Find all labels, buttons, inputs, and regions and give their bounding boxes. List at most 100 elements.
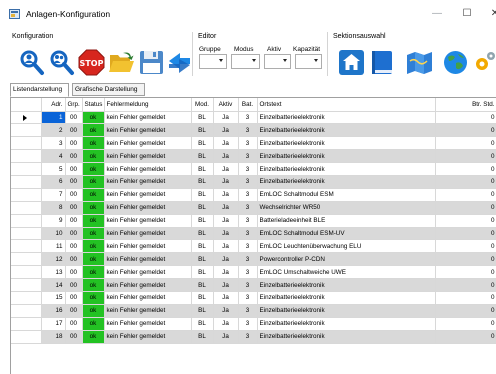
minimize-button[interactable]: — [429,7,445,21]
cell-ortstext[interactable]: Einzelbatterieelektronik [257,136,436,151]
cell-btr-std[interactable]: 0 [435,291,496,305]
cell-aktiv[interactable]: Ja [213,252,239,267]
cell-fehlermeldung[interactable]: kein Fehler gemeldet [104,304,192,318]
cell-mod[interactable]: BL [191,265,214,280]
home-button[interactable] [338,49,365,76]
settings-button[interactable] [471,49,496,76]
cell-fehlermeldung[interactable]: kein Fehler gemeldet [104,317,192,331]
row-header[interactable] [11,291,42,305]
cell-fehlermeldung[interactable]: kein Fehler gemeldet [104,162,192,176]
table-row[interactable]: 17 00 ok kein Fehler gemeldet BL Ja 3 Einzelbat… [11,317,496,331]
cell-grp[interactable]: 00 [65,278,83,292]
table-row[interactable]: 15 00 ok kein Fehler gemeldet BL Ja 3 Einzelbat… [11,291,496,305]
cell-fehlermeldung[interactable]: kein Fehler gemeldet [104,227,192,241]
cell-grp[interactable]: 00 [65,201,83,215]
cell-mod[interactable]: BL [191,227,214,241]
cell-status[interactable]: ok [82,252,105,267]
book-button[interactable] [369,49,396,76]
cell-mod[interactable]: BL [191,304,214,318]
cell-btr-std[interactable]: 0 [435,162,496,176]
cell-status[interactable]: ok [82,111,105,125]
cell-fehlermeldung[interactable]: kein Fehler gemeldet [104,123,192,138]
cell-grp[interactable]: 00 [65,291,83,305]
cell-mod[interactable]: BL [191,188,214,202]
cell-fehlermeldung[interactable]: kein Fehler gemeldet [104,214,192,228]
cell-status[interactable]: ok [82,214,105,228]
cell-grp[interactable]: 00 [65,252,83,267]
cell-fehlermeldung[interactable]: kein Fehler gemeldet [104,278,192,292]
cell-aktiv[interactable]: Ja [213,188,239,202]
column-header-ortstext[interactable]: Ortstext [257,98,436,112]
column-header-aktiv[interactable]: Aktiv [213,98,239,112]
cell-grp[interactable]: 00 [65,239,83,254]
cell-aktiv[interactable]: Ja [213,214,239,228]
cell-bat[interactable]: 3 [238,162,258,176]
open-folder-button[interactable] [108,49,135,76]
cell-adr[interactable]: 10 [41,227,66,241]
column-header-fehlermeldung[interactable]: Fehlermeldung [104,98,192,112]
table-row[interactable]: 2 00 ok kein Fehler gemeldet BL Ja 3 Einzelbatt… [11,123,496,138]
cell-fehlermeldung[interactable]: kein Fehler gemeldet [104,291,192,305]
row-header[interactable] [11,317,42,331]
cell-bat[interactable]: 3 [238,123,258,138]
cell-aktiv[interactable]: Ja [213,149,239,164]
row-header[interactable] [11,201,42,215]
cell-btr-std[interactable]: 0 [435,239,496,254]
cell-mod[interactable]: BL [191,239,214,254]
cell-adr[interactable]: 13 [41,265,66,280]
cell-ortstext[interactable]: Einzelbatterieelektronik [257,175,436,189]
cell-fehlermeldung[interactable]: kein Fehler gemeldet [104,330,192,344]
column-header-mod[interactable]: Mod. [191,98,214,112]
cell-btr-std[interactable]: 0 [435,188,496,202]
cell-adr[interactable]: 2 [41,123,66,138]
cell-aktiv[interactable]: Ja [213,265,239,280]
row-header[interactable] [11,123,42,138]
cell-grp[interactable]: 00 [65,214,83,228]
cell-status[interactable]: ok [82,317,105,331]
cell-status[interactable]: ok [82,304,105,318]
cell-bat[interactable]: 3 [238,111,258,125]
cell-adr[interactable]: 11 [41,239,66,254]
cell-adr[interactable]: 17 [41,317,66,331]
row-header[interactable] [11,304,42,318]
refresh-button[interactable] [166,49,193,76]
column-header-grp[interactable]: Grp. [65,98,83,112]
row-header[interactable] [11,252,42,267]
cell-grp[interactable]: 00 [65,123,83,138]
cell-ortstext[interactable]: EmLOC Leuchtenüberwachung ELU [257,239,436,254]
cell-mod[interactable]: BL [191,149,214,164]
cell-status[interactable]: ok [82,330,105,344]
cell-bat[interactable]: 3 [238,227,258,241]
cell-fehlermeldung[interactable]: kein Fehler gemeldet [104,111,192,125]
row-header[interactable] [11,136,42,151]
cell-mod[interactable]: BL [191,330,214,344]
close-button[interactable]: ✕ [487,7,496,21]
cell-ortstext[interactable]: Einzelbatterieelektronik [257,278,436,292]
cell-adr[interactable]: 14 [41,278,66,292]
cell-mod[interactable]: BL [191,201,214,215]
cell-mod[interactable]: BL [191,162,214,176]
table-row[interactable]: 3 00 ok kein Fehler gemeldet BL Ja 3 Einzelbatt… [11,136,496,151]
row-header[interactable] [11,265,42,280]
table-row[interactable]: 18 00 ok kein Fehler gemeldet BL Ja 3 Einzelbat… [11,330,496,344]
column-header-adr[interactable]: Adr. [41,98,66,112]
cell-bat[interactable]: 3 [238,239,258,254]
cell-adr[interactable]: 3 [41,136,66,151]
cell-btr-std[interactable]: 0 [435,252,496,267]
cell-adr[interactable]: 7 [41,188,66,202]
cell-adr[interactable]: 1 [41,111,66,125]
cell-ortstext[interactable]: Wechselrichter WR50 [257,201,436,215]
row-header[interactable] [11,227,42,241]
cell-status[interactable]: ok [82,136,105,151]
cell-ortstext[interactable]: Einzelbatterieelektronik [257,330,436,344]
aktiv-combo[interactable] [264,54,291,69]
cell-aktiv[interactable]: Ja [213,291,239,305]
cell-fehlermeldung[interactable]: kein Fehler gemeldet [104,136,192,151]
cell-mod[interactable]: BL [191,175,214,189]
row-header[interactable] [11,149,42,164]
cell-aktiv[interactable]: Ja [213,111,239,125]
maximize-button[interactable]: ☐ [459,7,475,21]
cell-btr-std[interactable]: 0 [435,136,496,151]
table-row[interactable]: 8 00 ok kein Fehler gemeldet BL Ja 3 Wechselric… [11,201,496,215]
table-row[interactable]: 10 00 ok kein Fehler gemeldet BL Ja 3 EmLOC Sch… [11,227,496,241]
